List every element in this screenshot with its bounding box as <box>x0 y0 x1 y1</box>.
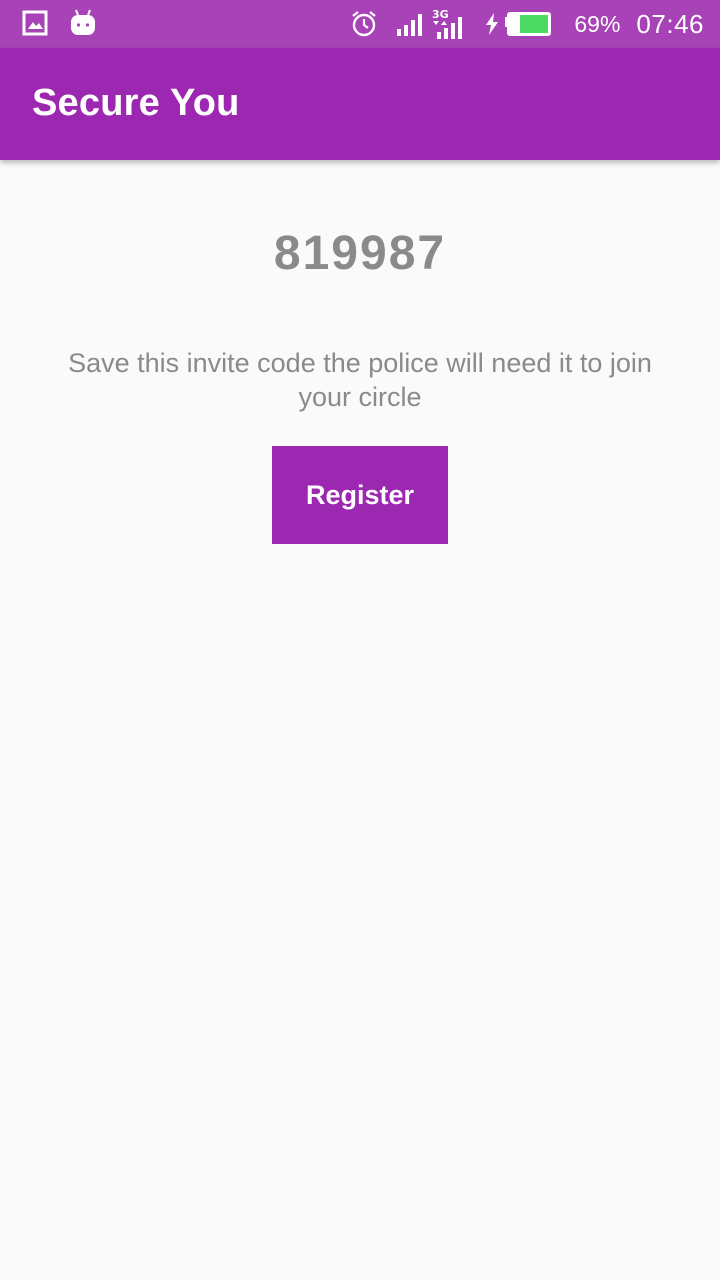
signal-icon <box>396 11 424 37</box>
app-bar: Secure You <box>0 48 720 160</box>
alarm-icon <box>350 10 378 38</box>
app-title: Secure You <box>32 82 240 124</box>
battery-icon <box>504 11 552 37</box>
clock-time: 07:46 <box>636 8 704 39</box>
invite-code: 819987 <box>273 227 447 280</box>
notification-icons <box>22 8 96 38</box>
invite-instruction-text: Save this invite code the police will ne… <box>68 348 652 412</box>
3g-signal-icon: 3G <box>432 8 464 40</box>
system-icons: 3G 69% 07:46 <box>350 0 704 48</box>
android-notification-icon <box>70 8 96 38</box>
battery-percentage: 69% <box>574 10 621 37</box>
register-button[interactable]: Register <box>272 446 448 544</box>
status-bar: 3G 69% 07:46 <box>0 0 720 48</box>
svg-text:3G: 3G <box>432 8 449 21</box>
charging-icon <box>484 12 500 36</box>
image-notification-icon <box>22 10 48 36</box>
